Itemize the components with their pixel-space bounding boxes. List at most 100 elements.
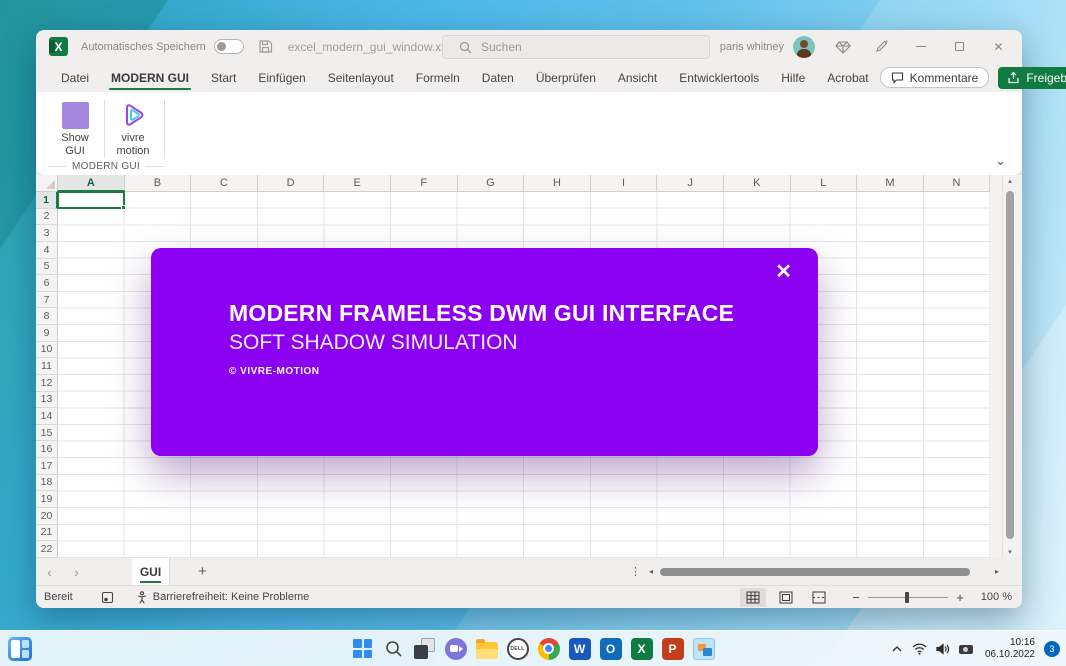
row-header-13[interactable]: 13: [36, 392, 58, 409]
horizontal-scroll-thumb[interactable]: [660, 568, 970, 576]
column-header-C[interactable]: C: [191, 175, 258, 192]
column-header-K[interactable]: K: [724, 175, 791, 192]
file-explorer-icon[interactable]: [475, 637, 498, 660]
column-header-E[interactable]: E: [324, 175, 391, 192]
next-sheet-icon[interactable]: ›: [63, 564, 90, 580]
tab-hilfe[interactable]: Hilfe: [770, 63, 816, 92]
scroll-right-icon[interactable]: ▸: [990, 567, 1004, 576]
tab-entwicklertools[interactable]: Entwicklertools: [668, 63, 770, 92]
tab-ansicht[interactable]: Ansicht: [607, 63, 668, 92]
row-header-19[interactable]: 19: [36, 491, 58, 508]
tray-chevron-up-icon[interactable]: [889, 641, 905, 657]
row-header-3[interactable]: 3: [36, 225, 58, 242]
draw-pen-icon[interactable]: [862, 30, 901, 63]
tab-formeln[interactable]: Formeln: [405, 63, 471, 92]
row-header-18[interactable]: 18: [36, 475, 58, 492]
column-header-H[interactable]: H: [524, 175, 591, 192]
row-header-8[interactable]: 8: [36, 308, 58, 325]
row-header-12[interactable]: 12: [36, 375, 58, 392]
vivre-motion-button[interactable]: vivre motion: [110, 98, 156, 158]
show-gui-button[interactable]: Show GUI: [52, 98, 98, 158]
row-header-6[interactable]: 6: [36, 275, 58, 292]
row-header-2[interactable]: 2: [36, 209, 58, 226]
view-normal-icon[interactable]: [740, 588, 766, 607]
outlook-icon[interactable]: O: [599, 637, 622, 660]
column-header-M[interactable]: M: [857, 175, 924, 192]
dialog-close-button[interactable]: ✕: [775, 262, 792, 282]
prev-sheet-icon[interactable]: ‹: [36, 564, 63, 580]
column-header-G[interactable]: G: [458, 175, 525, 192]
scroll-up-icon[interactable]: ▴: [1003, 175, 1017, 187]
view-page-break-icon[interactable]: [806, 588, 832, 607]
collapse-ribbon-icon[interactable]: ⌄: [995, 153, 1006, 169]
row-header-22[interactable]: 22: [36, 541, 58, 558]
teams-chat-icon[interactable]: [444, 637, 467, 660]
column-header-I[interactable]: I: [591, 175, 658, 192]
row-header-7[interactable]: 7: [36, 292, 58, 309]
tab-einfuegen[interactable]: Einfügen: [247, 63, 316, 92]
volume-icon[interactable]: [935, 641, 951, 657]
row-header-1[interactable]: 1: [36, 192, 58, 209]
tab-seitenlayout[interactable]: Seitenlayout: [317, 63, 405, 92]
tab-ueberpruefen[interactable]: Überprüfen: [525, 63, 607, 92]
dell-app-icon[interactable]: DELL: [506, 637, 529, 660]
minimize-button[interactable]: [901, 30, 940, 63]
row-header-16[interactable]: 16: [36, 441, 58, 458]
accessibility-status[interactable]: Barrierefreiheit: Keine Probleme: [136, 591, 310, 604]
zoom-in-button[interactable]: +: [952, 590, 968, 605]
search-input[interactable]: Suchen: [442, 35, 710, 59]
pinned-app-icon[interactable]: [692, 637, 715, 660]
horizontal-scrollbar[interactable]: ◂ ▸: [644, 564, 1004, 579]
row-header-14[interactable]: 14: [36, 408, 58, 425]
column-header-N[interactable]: N: [924, 175, 991, 192]
scroll-left-icon[interactable]: ◂: [644, 567, 658, 576]
row-header-15[interactable]: 15: [36, 425, 58, 442]
notification-badge[interactable]: 3: [1044, 641, 1060, 657]
task-view-icon[interactable]: [413, 637, 436, 660]
row-header-4[interactable]: 4: [36, 242, 58, 259]
column-header-B[interactable]: B: [125, 175, 192, 192]
row-header-20[interactable]: 20: [36, 508, 58, 525]
zoom-out-button[interactable]: −: [848, 590, 864, 605]
fill-handle[interactable]: [121, 205, 126, 210]
widgets-icon[interactable]: [8, 637, 32, 661]
vertical-scrollbar[interactable]: ▴ ▾: [1002, 175, 1016, 558]
scroll-down-icon[interactable]: ▾: [1003, 546, 1017, 558]
zoom-slider-handle[interactable]: [905, 592, 909, 603]
row-header-9[interactable]: 9: [36, 325, 58, 342]
word-icon[interactable]: W: [568, 637, 591, 660]
macro-record-icon[interactable]: [101, 591, 114, 604]
row-header-11[interactable]: 11: [36, 358, 58, 375]
avatar[interactable]: [793, 36, 815, 58]
column-header-F[interactable]: F: [391, 175, 458, 192]
tab-start[interactable]: Start: [200, 63, 247, 92]
maximize-button[interactable]: [940, 30, 979, 63]
tab-acrobat[interactable]: Acrobat: [816, 63, 879, 92]
taskbar-search-icon[interactable]: [382, 637, 405, 660]
tab-daten[interactable]: Daten: [471, 63, 525, 92]
chrome-icon[interactable]: [537, 637, 560, 660]
sheet-tab-gui[interactable]: GUI: [132, 558, 170, 585]
row-header-10[interactable]: 10: [36, 342, 58, 359]
column-header-D[interactable]: D: [258, 175, 325, 192]
rewards-diamond-icon[interactable]: [823, 30, 862, 63]
column-header-J[interactable]: J: [657, 175, 724, 192]
tab-datei[interactable]: Datei: [50, 63, 100, 92]
selected-cell-a1[interactable]: [57, 191, 125, 209]
row-header-5[interactable]: 5: [36, 259, 58, 276]
scrollbar-resize-handle[interactable]: ⋮: [630, 565, 641, 578]
tab-modern-gui[interactable]: MODERN GUI: [100, 63, 200, 92]
save-icon[interactable]: [258, 39, 273, 54]
wifi-icon[interactable]: [912, 641, 928, 657]
row-header-17[interactable]: 17: [36, 458, 58, 475]
start-button[interactable]: [351, 637, 374, 660]
select-all-corner[interactable]: [36, 175, 58, 192]
powerpoint-icon[interactable]: P: [661, 637, 684, 660]
taskbar-clock[interactable]: 10:16 06.10.2022: [985, 637, 1035, 661]
excel-app-icon[interactable]: X: [49, 37, 68, 56]
comments-button[interactable]: Kommentare: [880, 67, 990, 88]
row-header-21[interactable]: 21: [36, 525, 58, 542]
tray-device-icon[interactable]: [958, 641, 974, 657]
add-sheet-button[interactable]: +: [198, 563, 207, 580]
close-button[interactable]: ✕: [979, 30, 1018, 63]
